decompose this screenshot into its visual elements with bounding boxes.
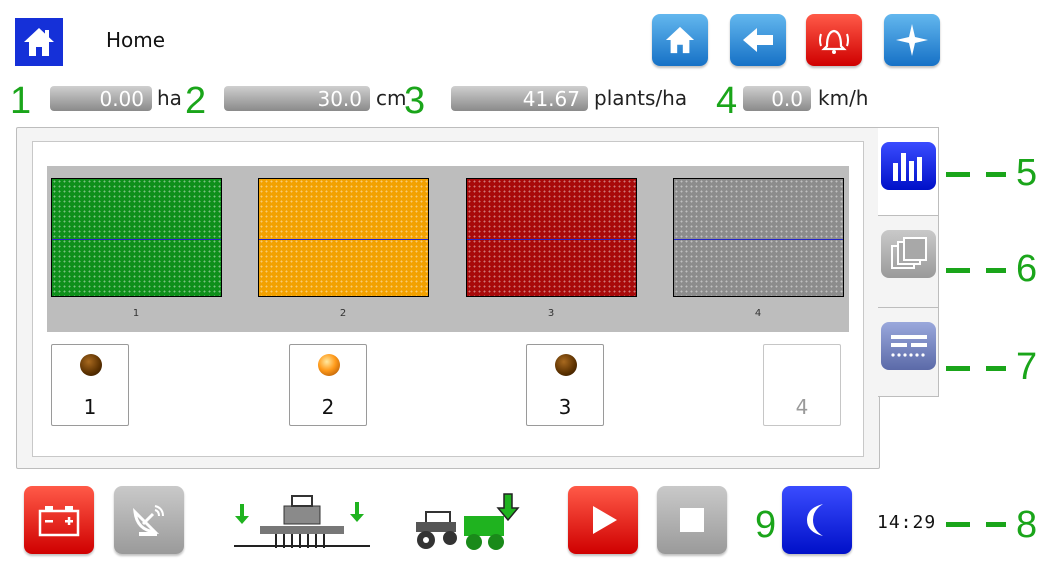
section-led-1 [80,354,102,376]
section-led-2 [318,354,340,376]
seed-rows-icon [890,335,927,357]
battery-icon [38,506,80,537]
moon-icon [807,504,823,536]
annotation-dash [986,522,1006,527]
row-label-1: 1 [132,308,140,319]
annotation-dash [986,172,1006,177]
home-button[interactable] [652,14,708,66]
target-line-1 [52,239,221,240]
annotation-1: 1 [10,80,32,122]
annotation-4: 4 [716,80,738,122]
annotation-8: 8 [1016,504,1038,546]
spacing-value: 30.0 [224,86,370,111]
annotation-dash [946,172,970,177]
sections-tab-button[interactable] [881,230,936,278]
row-label-4: 4 [754,308,762,319]
annotation-dash [946,366,970,371]
back-button[interactable] [730,14,786,66]
tab-sections[interactable] [878,215,939,309]
start-button[interactable] [568,486,638,554]
section-button-2[interactable]: 2 [289,344,367,426]
night-mode-button[interactable] [782,486,852,554]
section-label-4: 4 [795,395,809,419]
annotation-dash [986,268,1006,273]
area-unit: ha [157,86,182,110]
stacked-pages-icon [890,237,927,269]
section-button-4[interactable]: 4 [763,344,841,426]
back-arrow-icon [743,28,773,52]
area-value: 0.00 [50,86,152,111]
section-button-3[interactable]: 3 [526,344,604,426]
bar-chart-icon [892,153,922,181]
row-bar-4 [673,178,844,297]
population-value: 41.67 [451,86,588,111]
clock: 14:29 [877,512,937,533]
alarm-button[interactable] [806,14,862,66]
section-label-2: 2 [321,395,335,419]
population-unit: plants/ha [594,86,688,110]
tractor-implement-icon [412,490,524,552]
navigation-button[interactable] [884,14,940,66]
section-button-1[interactable]: 1 [51,344,129,426]
annotation-dash [946,522,970,527]
row-bar-3 [466,178,637,297]
annotation-5: 5 [1016,152,1038,194]
row-bar-1 [51,178,222,297]
home-status-icon [15,18,63,66]
target-line-3 [467,239,636,240]
gps-button[interactable] [114,486,184,554]
target-line-2 [259,239,428,240]
speed-value: 0.0 [743,86,811,111]
satellite-dish-icon [133,505,164,536]
home-icon [665,26,695,54]
tab-chart[interactable] [878,127,939,217]
annotation-dash [986,366,1006,371]
annotation-6: 6 [1016,248,1038,290]
seeder-tab-button[interactable] [881,322,936,370]
stop-icon [680,508,704,532]
annotation-2: 2 [185,80,207,122]
speed-unit: km/h [818,86,869,110]
annotation-9: 9 [755,504,777,546]
seeder-lowered-icon [232,492,372,554]
spacing-unit: cm [376,86,407,110]
section-label-3: 3 [558,395,572,419]
alarm-bell-icon [819,29,849,54]
stop-button[interactable] [657,486,727,554]
row-bar-2 [258,178,429,297]
section-label-1: 1 [83,395,97,419]
target-line-4 [674,239,843,240]
annotation-3: 3 [404,80,426,122]
battery-button[interactable] [24,486,94,554]
chart-tab-button[interactable] [881,142,936,190]
row-label-3: 3 [547,308,555,319]
page-title: Home [106,28,166,52]
annotation-dash [946,268,970,273]
tab-seeder[interactable] [878,307,939,397]
play-icon [593,506,617,534]
row-label-2: 2 [339,308,347,319]
annotation-7: 7 [1016,346,1038,388]
compass-star-icon [896,24,928,56]
section-led-3 [555,354,577,376]
